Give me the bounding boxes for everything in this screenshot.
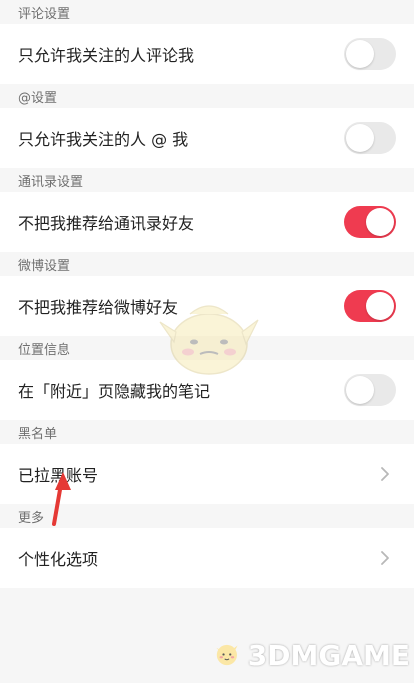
- section-header-contacts-settings: 通讯录设置: [0, 168, 414, 192]
- section-title: 评论设置: [18, 6, 71, 22]
- mascot-logo-icon: [216, 644, 238, 666]
- toggle-switch[interactable]: [344, 206, 396, 238]
- setting-label: 只允许我关注的人评论我: [18, 46, 195, 65]
- chevron-right-icon: [374, 547, 396, 569]
- toggle-switch[interactable]: [344, 290, 396, 322]
- toggle-knob: [346, 124, 374, 152]
- toggle-knob: [346, 40, 374, 68]
- annotation-arrow-icon: [52, 472, 71, 526]
- setting-row-hide-nearby-notes[interactable]: 在「附近」页隐藏我的笔记: [0, 360, 414, 420]
- section-title: 黑名单: [18, 426, 58, 442]
- section-header-weibo-settings: 微博设置: [0, 252, 414, 276]
- section-header-location-info: 位置信息: [0, 336, 414, 360]
- setting-row-mention-followed-only[interactable]: 只允许我关注的人 @ 我: [0, 108, 414, 168]
- watermark-logo: 3DMGAME: [214, 630, 410, 680]
- section-title: 微博设置: [18, 258, 71, 274]
- setting-label: 不把我推荐给通讯录好友: [18, 214, 195, 233]
- section-header-comment-settings: 评论设置: [0, 0, 414, 24]
- toggle-knob: [366, 208, 394, 236]
- section-header-blacklist: 黑名单: [0, 420, 414, 444]
- section-title: 位置信息: [18, 342, 71, 358]
- privacy-settings-page: 评论设置 只允许我关注的人评论我 @设置 只允许我关注的人 @ 我 通讯录设置 …: [0, 0, 414, 683]
- setting-label: 在「附近」页隐藏我的笔记: [18, 382, 211, 401]
- toggle-switch[interactable]: [344, 122, 396, 154]
- setting-row-comment-followed-only[interactable]: 只允许我关注的人评论我: [0, 24, 414, 84]
- setting-label: 不把我推荐给微博好友: [18, 298, 179, 317]
- toggle-knob: [366, 292, 394, 320]
- section-header-mention-settings: @设置: [0, 84, 414, 108]
- setting-row-no-recommend-weibo[interactable]: 不把我推荐给微博好友: [0, 276, 414, 336]
- toggle-switch[interactable]: [344, 374, 396, 406]
- watermark-text: 3DMGAME: [247, 638, 410, 672]
- section-title: 更多: [18, 510, 45, 526]
- chevron-right-icon: [374, 463, 396, 485]
- setting-label: 只允许我关注的人 @ 我: [18, 130, 189, 149]
- section-title: 通讯录设置: [18, 174, 84, 190]
- toggle-knob: [346, 376, 374, 404]
- section-title: @设置: [18, 90, 58, 106]
- toggle-switch[interactable]: [344, 38, 396, 70]
- setting-row-personalization[interactable]: 个性化选项: [0, 528, 414, 588]
- setting-label: 个性化选项: [18, 550, 99, 569]
- setting-row-no-recommend-contacts[interactable]: 不把我推荐给通讯录好友: [0, 192, 414, 252]
